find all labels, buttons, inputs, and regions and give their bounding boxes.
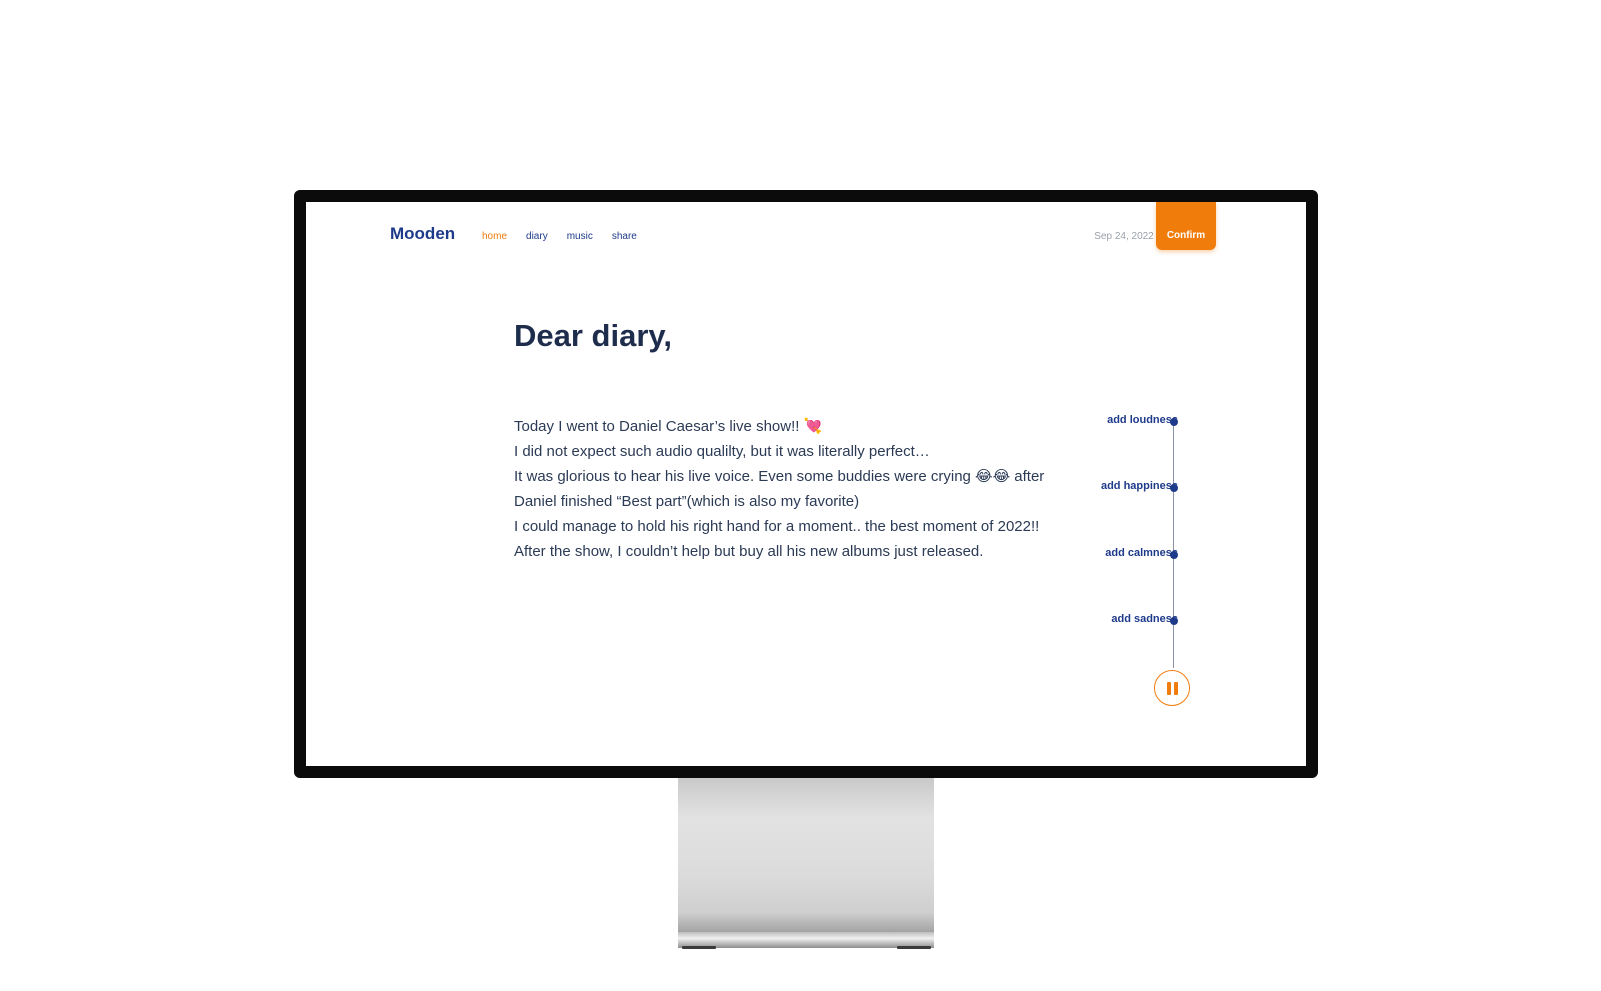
timeline-dot[interactable] [1170, 551, 1178, 559]
nav-item-home[interactable]: home [482, 231, 507, 242]
diary-line: It was glorious to hear his live voice. … [514, 468, 1045, 485]
timeline-line [1173, 420, 1174, 668]
monitor-stand [678, 778, 934, 936]
main-nav: home diary music share [482, 231, 637, 242]
pause-button[interactable] [1154, 670, 1190, 706]
pause-icon [1166, 681, 1178, 695]
diary-line: I could manage to hold his right hand fo… [514, 518, 1040, 535]
nav-item-music[interactable]: music [567, 231, 593, 242]
diary-title: Dear diary, [514, 318, 672, 353]
add-loudness-button[interactable]: add loudness [1107, 414, 1178, 426]
mood-timeline: add loudness add happiness add calmness … [1066, 412, 1206, 712]
app-logo[interactable]: Mooden [390, 224, 455, 244]
timeline-dot[interactable] [1170, 418, 1178, 426]
timeline-dot[interactable] [1170, 617, 1178, 625]
confirm-button[interactable]: Confirm [1156, 202, 1216, 250]
monitor-stand-base [678, 932, 934, 948]
add-happiness-button[interactable]: add happiness [1101, 480, 1178, 492]
nav-item-share[interactable]: share [612, 231, 637, 242]
diary-line: Today I went to Daniel Caesar’s live sho… [514, 418, 823, 435]
nav-item-diary[interactable]: diary [526, 231, 548, 242]
diary-line: After the show, I couldn’t help but buy … [514, 543, 984, 560]
monitor-foot-right [897, 946, 931, 949]
monitor-foot-left [682, 946, 716, 949]
diary-line: I did not expect such audio qualilty, bu… [514, 443, 930, 460]
diary-line: Daniel finished “Best part”(which is als… [514, 493, 860, 510]
timeline-dot[interactable] [1170, 484, 1178, 492]
add-calmness-button[interactable]: add calmness [1105, 547, 1178, 559]
diary-entry-text[interactable]: Today I went to Daniel Caesar’s live sho… [514, 414, 1074, 564]
monitor-frame: Mooden home diary music share Sep 24, 20… [294, 190, 1318, 778]
add-sadness-button[interactable]: add sadness [1111, 613, 1178, 625]
app-screen: Mooden home diary music share Sep 24, 20… [306, 202, 1306, 766]
